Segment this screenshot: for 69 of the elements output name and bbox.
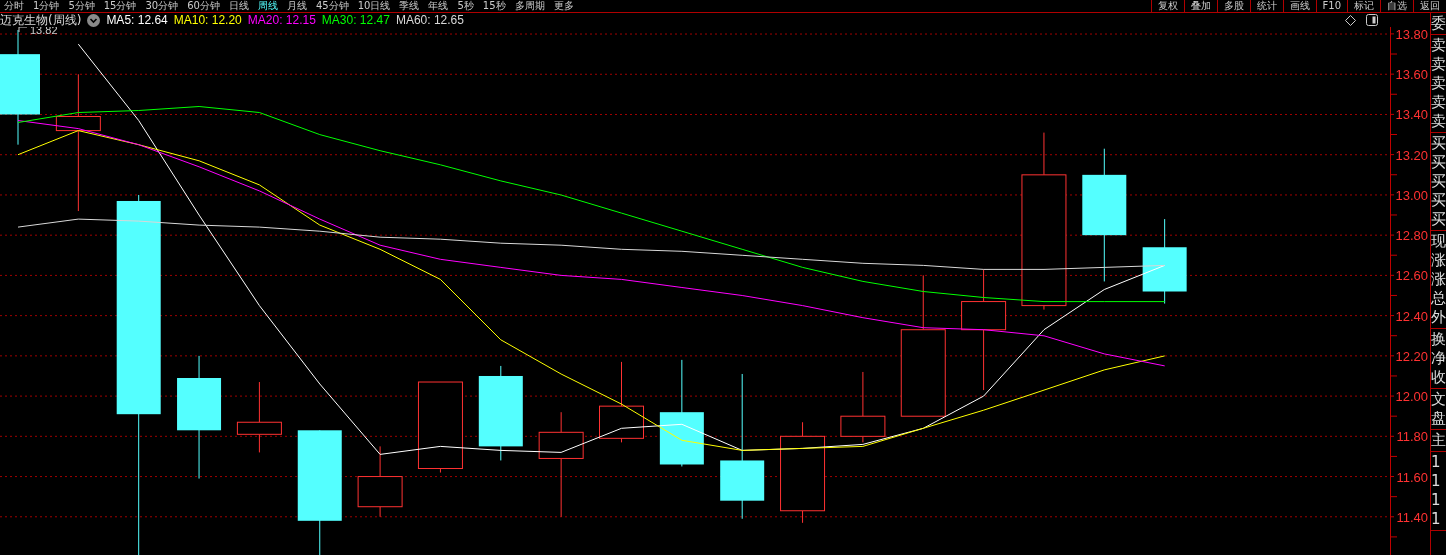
period-tab[interactable]: 15分钟: [103, 0, 137, 12]
side-label: 买: [1431, 153, 1446, 172]
dropdown-icon[interactable]: [87, 13, 101, 27]
side-label: 买: [1431, 210, 1446, 229]
price-label: 13.80: [1395, 27, 1428, 43]
side-label: 卖: [1431, 55, 1446, 74]
side-label: 买: [1431, 172, 1446, 191]
period-tab[interactable]: 45分钟: [315, 0, 349, 12]
diamond-icon[interactable]: [1345, 14, 1356, 26]
price-label: 13.60: [1395, 67, 1428, 83]
side-label: 净: [1431, 349, 1446, 368]
side-label: 涨: [1431, 270, 1446, 289]
chart-title: 迈克生物(周线): [0, 11, 82, 27]
side-label: 卖: [1431, 93, 1446, 112]
side-label: 卖: [1431, 36, 1446, 55]
ma-legend-item: MA20: 12.15: [247, 13, 316, 27]
side-label: 外: [1431, 308, 1446, 327]
side-label: 1: [1431, 491, 1442, 510]
side-label: 总: [1431, 289, 1446, 308]
period-tab[interactable]: 5秒: [457, 0, 474, 12]
side-label: 盘: [1431, 409, 1446, 428]
period-tab[interactable]: 5分钟: [68, 0, 95, 12]
period-tab[interactable]: 年线: [428, 0, 449, 12]
high-price-label: 13.82: [30, 27, 58, 36]
price-label: 12.20: [1395, 348, 1428, 364]
side-label: 1: [1431, 472, 1442, 491]
leader-line: [18, 27, 28, 33]
period-tab[interactable]: 10日线: [357, 0, 391, 12]
period-tab[interactable]: 60分钟: [187, 0, 220, 12]
period-tab[interactable]: 30分钟: [145, 0, 179, 12]
period-tab[interactable]: 季线: [399, 0, 420, 12]
period-tab[interactable]: 多周期: [514, 0, 545, 12]
candlestick: [840, 371, 886, 443]
side-label: 涨: [1431, 251, 1446, 270]
side-label: 主: [1431, 431, 1446, 450]
period-tab[interactable]: 更多: [553, 0, 574, 12]
ma-legend-item: MA5: 12.64: [106, 13, 168, 27]
price-label: 12.00: [1395, 389, 1428, 405]
price-label: 13.20: [1395, 147, 1428, 163]
price-label: 11.60: [1396, 469, 1428, 485]
period-tab[interactable]: 日线: [228, 0, 249, 12]
side-label: 买: [1431, 191, 1446, 210]
side-label: 现: [1431, 232, 1446, 251]
side-label: 1: [1431, 510, 1442, 529]
panel-toggle-icon[interactable]: [1366, 14, 1378, 26]
side-label: 卖: [1431, 112, 1446, 131]
side-label: 换: [1431, 330, 1446, 349]
side-label: 买: [1431, 134, 1446, 153]
side-label: 收: [1431, 368, 1446, 387]
side-label: 委: [1431, 14, 1446, 33]
side-label: 1: [1431, 453, 1442, 472]
period-tab[interactable]: 月线: [286, 0, 307, 12]
price-label: 12.40: [1395, 308, 1428, 324]
period-tab[interactable]: 周线: [257, 0, 278, 12]
ma-legend-item: MA30: 12.47: [321, 13, 390, 27]
price-label: 11.40: [1396, 509, 1428, 525]
price-label: 13.00: [1395, 187, 1428, 203]
period-tab[interactable]: 分时: [4, 0, 24, 12]
price-label: 12.80: [1395, 228, 1428, 244]
price-label: 11.80: [1396, 429, 1428, 445]
period-tab[interactable]: 15秒: [482, 0, 506, 12]
side-label: 卖: [1431, 74, 1446, 93]
price-label: 13.40: [1395, 107, 1428, 123]
side-label: 文: [1431, 390, 1446, 409]
candlestick: [236, 381, 282, 453]
price-label: 12.60: [1395, 268, 1428, 284]
ma-legend-item: MA60: 12.65: [395, 13, 464, 27]
period-tab[interactable]: 1分钟: [33, 0, 60, 12]
ma-legend-item: MA10: 12.20: [173, 13, 242, 27]
